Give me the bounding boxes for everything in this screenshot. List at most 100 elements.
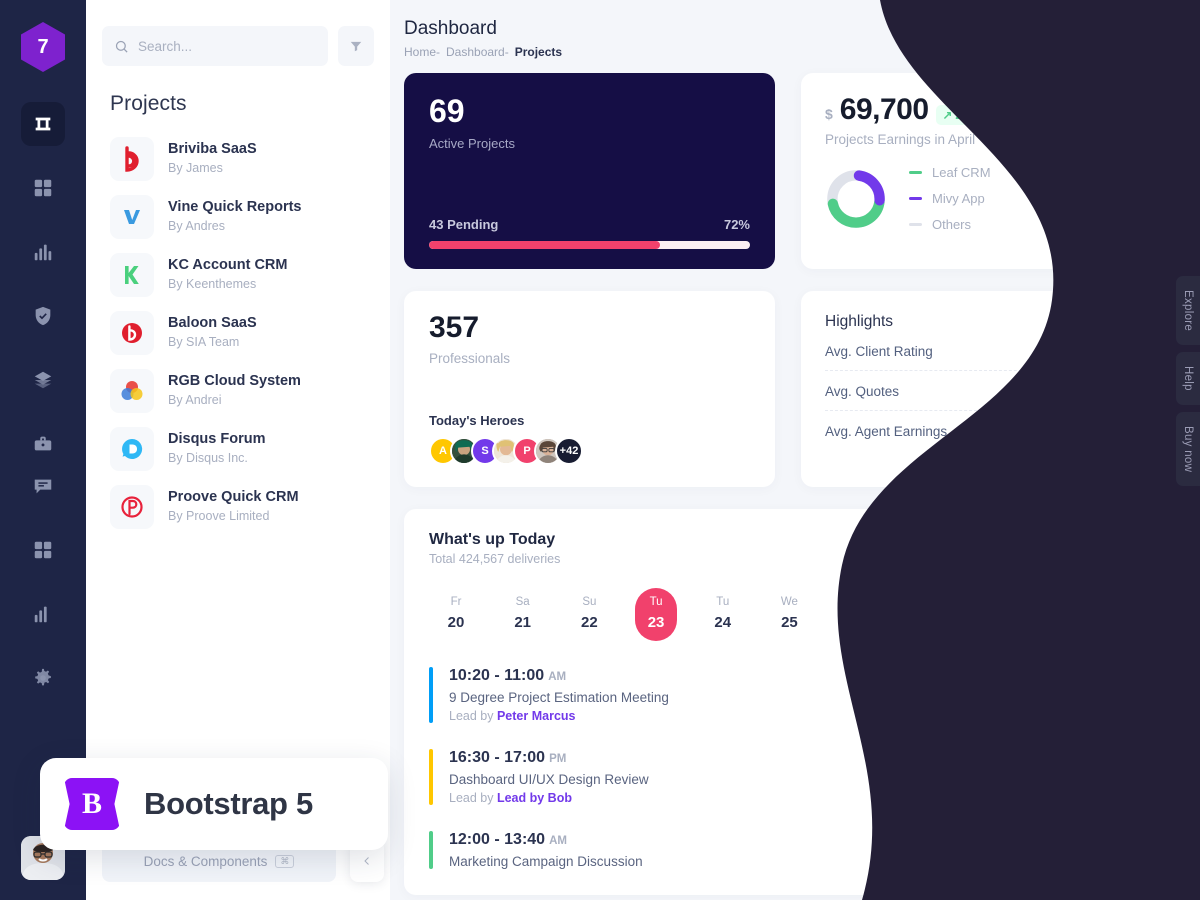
avatar-initial: A (439, 445, 447, 457)
earnings-legend: Leaf CRM $7,660 Mivy App $2,820 Others $… (909, 165, 1151, 232)
highlight-value: 730 (1128, 384, 1151, 399)
legend-swatch (909, 171, 922, 174)
event-time: 16:30 - 17:00 PM (449, 749, 649, 767)
side-tabs: Explore Help Buy now (1176, 276, 1200, 487)
highlight-suffix: /10 (1132, 343, 1151, 359)
filter-button[interactable] (338, 26, 374, 66)
chevron-left-icon (364, 857, 369, 865)
avatar-more-text: +42 (559, 445, 579, 457)
event-lead-name[interactable]: Lead by Bob (497, 791, 572, 805)
filter-icon (350, 41, 362, 52)
view-button[interactable]: View (1082, 759, 1150, 795)
list-item[interactable]: Baloon SaaS By SIA Team (86, 304, 390, 362)
project-name: Disqus Forum (168, 431, 266, 448)
day-cell[interactable]: Mo 30 (1102, 588, 1144, 641)
highlight-label: Avg. Client Rating (825, 343, 933, 359)
highlight-label: Avg. Agent Earnings (825, 423, 948, 439)
list-item[interactable]: Proove Quick CRM By Proove Limited (86, 478, 390, 536)
sidebar-item-grid[interactable] (21, 166, 65, 210)
main-content: Dashboard Home- Dashboard- Projects New … (390, 0, 1200, 900)
sidebar-item-layers[interactable] (21, 358, 65, 402)
day-cell[interactable]: Su 22 (568, 588, 610, 641)
side-tab-help[interactable]: Help (1176, 352, 1200, 405)
sidebar-item-chat[interactable] (21, 464, 65, 508)
sidebar-item-analytics[interactable] (21, 230, 65, 274)
highlight-number: 730 (1128, 383, 1151, 399)
day-cell[interactable]: We 25 (768, 588, 810, 641)
highlight-value: $2,309 (1110, 424, 1151, 439)
avatar-more-count[interactable]: +42 (555, 437, 583, 465)
project-text: KC Account CRM By Keenthemes (168, 256, 287, 293)
earnings-headline: $ 69,700 ↗ 2.2% (825, 93, 1151, 127)
project-owner: By Andrei (168, 393, 222, 408)
sidebar-nav-lower (21, 464, 65, 700)
day-cell[interactable]: Sa 28 (969, 588, 1011, 641)
event-body: 12:00 - 13:40 AM Marketing Campaign Discu… (449, 831, 643, 869)
view-button[interactable]: View (1082, 832, 1150, 868)
page-title: Dashboard (404, 18, 497, 39)
legend-value: $45,257 (1102, 217, 1151, 232)
legend-label: Mivy App (932, 191, 985, 206)
list-item[interactable]: Briviba SaaS By James (86, 130, 390, 188)
professionals-card: 357 Professionals Today's Heroes A S P +… (404, 291, 775, 487)
day-cell-selected[interactable]: Tu 23 (635, 588, 678, 641)
breadcrumb-item-dashboard[interactable]: Dashboard- (446, 45, 509, 59)
report-center-button[interactable]: Report Cecnter (1025, 531, 1150, 568)
event-lead-prefix: Lead by (449, 791, 497, 805)
legend-swatch (909, 197, 922, 200)
day-number: 24 (714, 614, 732, 631)
gear-icon (35, 668, 51, 686)
new-goal-button[interactable]: New Goal (1069, 18, 1175, 55)
earnings-currency: $ (825, 106, 833, 122)
day-number: 22 (581, 614, 598, 631)
sidebar-item-chart-2[interactable] (21, 592, 65, 636)
side-tab-explore[interactable]: Explore (1176, 276, 1200, 346)
shield-check-icon (35, 306, 51, 326)
today-subtitle: Total 424,567 deliveries (429, 552, 561, 566)
app-logo-badge[interactable]: 7 (21, 22, 65, 72)
stats-column-left: 69 Active Projects 43 Pending 72% 357 Pr… (404, 73, 775, 487)
legend-row: Mivy App $2,820 (909, 191, 1151, 206)
day-cell[interactable]: Sa 21 (502, 588, 544, 641)
event-lead-name[interactable]: Peter Marcus (497, 709, 576, 723)
day-cell[interactable]: Su 29 (1035, 588, 1077, 641)
sidebar-item-box[interactable] (21, 102, 65, 146)
list-item[interactable]: Vine Quick Reports By Andres (86, 188, 390, 246)
project-owner: By Disqus Inc. (168, 451, 248, 466)
day-number: 23 (647, 614, 665, 631)
sidebar-item-security[interactable] (21, 294, 65, 338)
day-cell[interactable]: Fr 20 (435, 588, 477, 641)
beats-b-icon (125, 146, 139, 172)
day-name: Tu (649, 596, 663, 608)
avatar-initial: S (481, 445, 489, 457)
rgb-circles-icon (121, 381, 143, 400)
progress-track (429, 241, 750, 249)
new-user-button[interactable]: New User (951, 18, 1058, 55)
highlight-label: Avg. Quotes (825, 383, 900, 399)
active-projects-label: Active Projects (429, 136, 515, 151)
list-item[interactable]: Disqus Forum By Disqus Inc. (86, 420, 390, 478)
sidebar-item-grid-2[interactable] (21, 528, 65, 572)
table-row: Avg. Agent Earnings ↗ $2,309 (825, 411, 1151, 450)
highlight-number: 7.8 (1113, 343, 1133, 359)
bootstrap-logo-icon: B (64, 778, 120, 830)
day-number: 25 (781, 614, 798, 631)
day-cell[interactable]: Th 26 (835, 588, 877, 641)
bootstrap-logo-letter: B (81, 787, 102, 820)
list-item[interactable]: KC Account CRM By Keenthemes (86, 246, 390, 304)
view-button[interactable]: View (1082, 677, 1150, 713)
day-name: Sa (982, 596, 997, 608)
project-logo (110, 311, 154, 355)
chart-bars-icon (34, 606, 47, 623)
day-name: Tu (716, 596, 730, 608)
project-owner: By James (168, 161, 223, 176)
list-item[interactable]: RGB Cloud System By Andrei (86, 362, 390, 420)
day-cell[interactable]: Fri 27 (902, 588, 944, 641)
sidebar-item-settings[interactable] (21, 656, 65, 700)
sidebar-item-briefcase[interactable] (21, 422, 65, 466)
day-cell[interactable]: Tu 24 (702, 588, 744, 641)
search-input[interactable]: Search... (102, 26, 328, 66)
side-tab-buy-now[interactable]: Buy now (1176, 411, 1200, 487)
day-number: 20 (447, 614, 465, 631)
breadcrumb-item-home[interactable]: Home- (404, 45, 440, 59)
